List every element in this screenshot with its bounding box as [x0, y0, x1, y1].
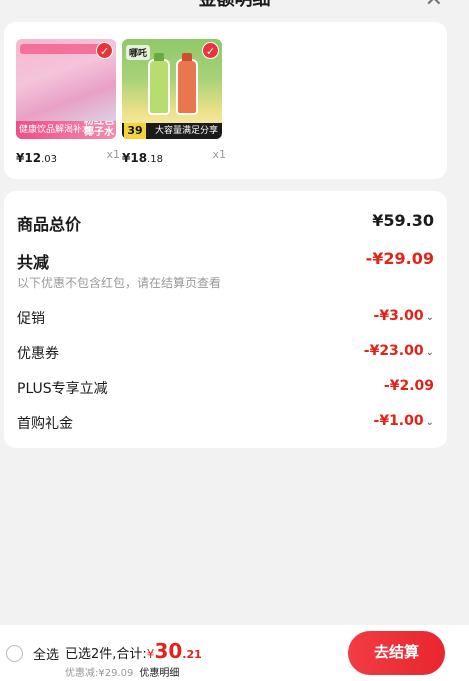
promo-number: 39	[124, 123, 146, 139]
product-item[interactable]: ✓ 健康饮品解渴补水 粉红色 椰子水 ¥12.03 x1	[16, 39, 134, 165]
discount-item-label: 优惠券	[17, 346, 59, 362]
close-icon[interactable]: ✕	[425, 0, 443, 12]
brand-logo: 哪吒	[126, 45, 151, 60]
discount-item-plus: PLUS专享立减 -¥2.09	[17, 378, 434, 400]
discount-item-value: -¥3.00 ⌄	[373, 308, 434, 324]
check-icon[interactable]: ✓	[96, 42, 113, 59]
price-row: ¥18.18 x1	[122, 147, 226, 165]
image-caption: 39 大容量满足分享	[122, 123, 222, 139]
products-card: ✓ 健康饮品解渴补水 粉红色 椰子水 ¥12.03 x1 哪吒 ✓ 39 大容量…	[4, 22, 447, 179]
total-row: 商品总价 ¥59.30	[17, 211, 434, 234]
discount-item-label: 促销	[17, 311, 45, 327]
discount-subtext: 优惠减:¥29.09 优惠明细	[65, 668, 180, 679]
image-caption-text: 健康饮品解渴补水	[19, 125, 92, 135]
selected-summary: 已选2件,合计:¥30.21	[65, 639, 202, 663]
discount-item-label: PLUS专享立减	[17, 381, 108, 397]
total-value: ¥59.30	[372, 211, 434, 230]
product-item[interactable]: 哪吒 ✓ 39 大容量满足分享 ¥18.18 x1	[122, 39, 240, 165]
select-all-radio[interactable]	[6, 645, 23, 662]
product-image[interactable]: 哪吒 ✓ 39 大容量满足分享	[122, 39, 222, 139]
discount-item-value: -¥23.00 ⌄	[363, 343, 434, 359]
discount-item-label: 首购礼金	[17, 416, 73, 432]
product-price: ¥18.18	[122, 151, 163, 165]
discount-item-value: -¥2.09	[383, 378, 434, 394]
checkout-button[interactable]: 去结算	[348, 631, 445, 675]
discount-detail-link[interactable]: 优惠明细	[139, 668, 179, 679]
check-icon[interactable]: ✓	[202, 42, 219, 59]
discount-label: 共减	[17, 253, 50, 272]
image-tag: 粉红色 椰子水	[84, 121, 114, 138]
image-caption: 健康饮品解渴补水 粉红色 椰子水	[16, 121, 116, 139]
image-caption-text: 大容量满足分享	[154, 126, 218, 136]
product-qty: x1	[106, 148, 120, 161]
discount-item-value: -¥1.00 ⌄	[373, 413, 434, 429]
bottle-illustration	[148, 53, 170, 115]
bottle-illustration	[176, 53, 198, 115]
total-amount: 30	[154, 639, 183, 663]
product-qty: x1	[212, 148, 226, 161]
discount-note: 以下优惠不包含红包，请在结算页查看	[17, 276, 222, 290]
amount-summary-card: 商品总价 ¥59.30 共减 -¥29.09 以下优惠不包含红包，请在结算页查看…	[4, 191, 447, 448]
product-price: ¥12.03	[16, 151, 57, 165]
header: 金额明细 ✕	[0, 0, 469, 14]
discount-item-coupon[interactable]: 优惠券 -¥23.00 ⌄	[17, 343, 434, 365]
chevron-down-icon[interactable]: ⌄	[426, 417, 434, 428]
discount-value: -¥29.09	[365, 249, 434, 268]
chevron-down-icon[interactable]: ⌄	[426, 347, 434, 358]
product-image[interactable]: ✓ 健康饮品解渴补水 粉红色 椰子水	[16, 39, 116, 139]
discount-item-promotion[interactable]: 促销 -¥3.00 ⌄	[17, 308, 434, 330]
page-title: 金额明细	[199, 0, 271, 10]
chevron-down-icon[interactable]: ⌄	[426, 312, 434, 323]
checkout-bar: 全选 已选2件,合计:¥30.21 优惠减:¥29.09 优惠明细 去结算	[0, 625, 469, 681]
price-row: ¥12.03 x1	[16, 147, 120, 165]
discount-row: 共减 -¥29.09	[17, 249, 434, 272]
total-label: 商品总价	[17, 215, 82, 234]
discount-item-first-purchase[interactable]: 首购礼金 -¥1.00 ⌄	[17, 413, 434, 435]
select-all-label[interactable]: 全选	[33, 644, 59, 663]
